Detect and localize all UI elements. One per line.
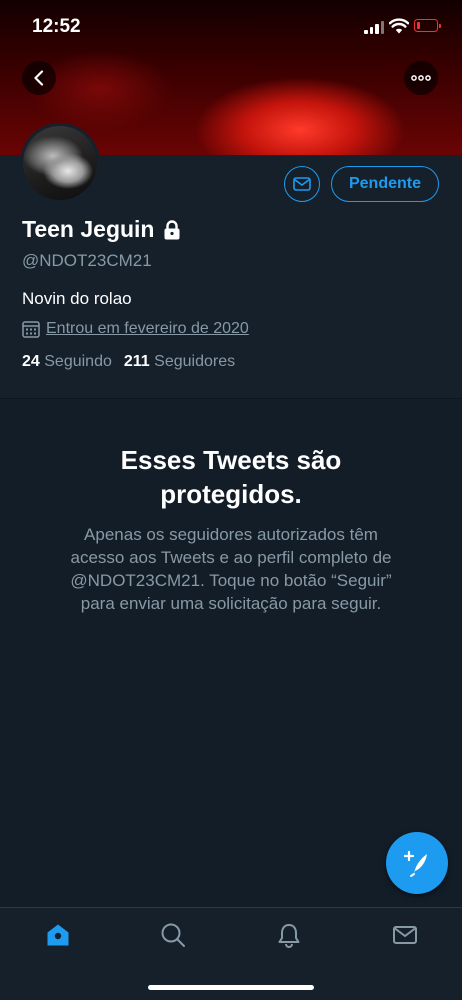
protected-title-line: protegidos. bbox=[160, 479, 302, 509]
message-button[interactable] bbox=[284, 166, 320, 202]
followers-link[interactable]: 211 Seguidores bbox=[124, 353, 235, 370]
join-date: Entrou em fevereiro de 2020 bbox=[22, 320, 249, 338]
protected-desc-line: @NDOT23CM21. Toque no botão “Seguir” bbox=[70, 571, 392, 590]
home-indicator[interactable] bbox=[148, 985, 314, 990]
tab-search[interactable] bbox=[158, 920, 188, 950]
profile-bio: Novin do rolao bbox=[22, 289, 132, 308]
calendar-icon bbox=[22, 321, 40, 338]
protected-title-line: Esses Tweets são bbox=[120, 445, 342, 475]
battery-icon bbox=[414, 19, 441, 32]
following-label: Seguindo bbox=[44, 353, 112, 370]
join-date-text: Entrou em fevereiro de 2020 bbox=[46, 320, 249, 337]
cellular-signal-icon bbox=[364, 21, 386, 34]
more-options-icon bbox=[411, 75, 431, 81]
profile-name-text: Teen Jeguin bbox=[22, 216, 155, 242]
followers-label: Seguidores bbox=[154, 353, 236, 370]
protected-desc-line: Apenas os seguidores autorizados têm bbox=[84, 525, 378, 544]
tab-home[interactable] bbox=[43, 920, 73, 950]
protected-description: Apenas os seguidores autorizados têm ace… bbox=[34, 523, 428, 615]
wifi-icon bbox=[389, 18, 409, 34]
followers-count: 211 bbox=[123, 353, 150, 370]
follow-status-button[interactable]: Pendente bbox=[331, 166, 439, 202]
follow-stats: 24 Seguindo 211 Seguidores bbox=[22, 353, 235, 371]
avatar[interactable] bbox=[20, 123, 100, 203]
profile-name: Teen Jeguin bbox=[22, 216, 181, 243]
protected-desc-line: para enviar uma solicitação para seguir. bbox=[80, 594, 382, 613]
protected-desc-line: acesso aos Tweets e ao perfil completo d… bbox=[70, 548, 392, 567]
tab-messages[interactable] bbox=[390, 920, 420, 950]
protected-title: Esses Tweets são protegidos. bbox=[0, 443, 462, 511]
profile-handle: @NDOT23CM21 bbox=[22, 251, 152, 270]
following-link[interactable]: 24 Seguindo bbox=[22, 353, 112, 370]
search-icon bbox=[161, 923, 185, 947]
envelope-icon bbox=[293, 177, 311, 191]
following-count: 24 bbox=[22, 353, 40, 370]
notifications-bell-icon bbox=[278, 924, 300, 948]
home-icon bbox=[47, 924, 69, 946]
back-arrow-icon bbox=[34, 70, 44, 86]
messages-envelope-icon bbox=[393, 926, 417, 944]
more-options-button[interactable] bbox=[404, 61, 438, 95]
tab-notifications[interactable] bbox=[274, 920, 304, 950]
lock-icon bbox=[164, 219, 179, 239]
compose-tweet-button[interactable] bbox=[386, 832, 448, 894]
back-button[interactable] bbox=[22, 61, 56, 95]
compose-tweet-icon bbox=[403, 850, 427, 877]
status-time: 12:52 bbox=[32, 16, 81, 37]
status-bar: 12:52 bbox=[0, 0, 462, 54]
